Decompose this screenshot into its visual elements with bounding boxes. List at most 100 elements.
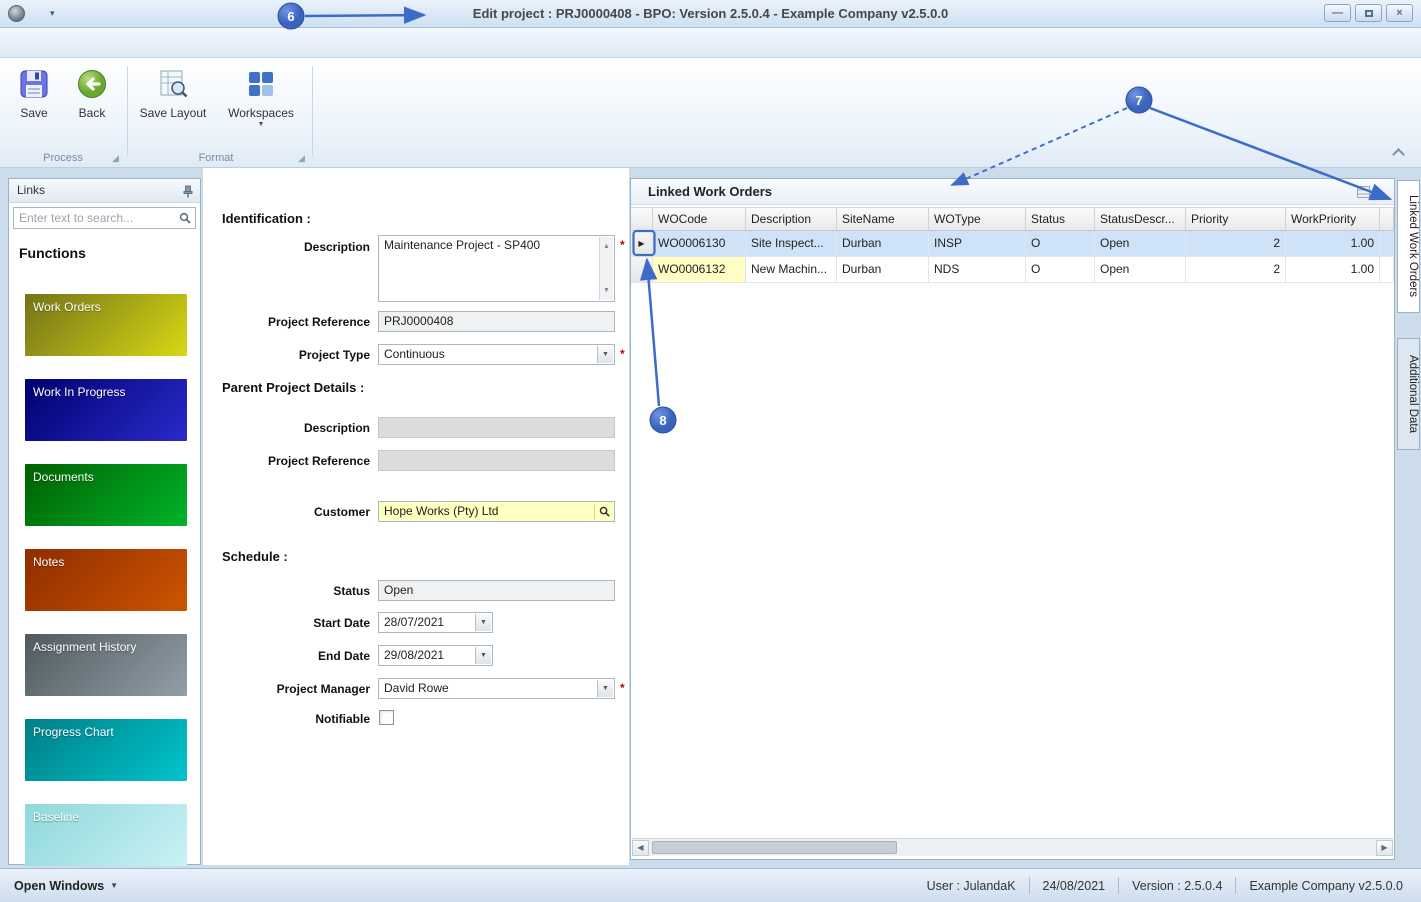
grid-horizontal-scrollbar[interactable]: ◀ ▶ xyxy=(632,838,1393,856)
grid-options-icon[interactable] xyxy=(1357,186,1370,198)
cell-status[interactable]: O xyxy=(1026,231,1095,257)
tile-baseline[interactable]: Baseline xyxy=(25,804,187,866)
cell-statusdescr[interactable]: Open xyxy=(1095,257,1186,283)
status-value: Open xyxy=(384,583,413,597)
project-manager-required-marker: * xyxy=(620,681,625,695)
customer-field[interactable]: Hope Works (Pty) Ltd xyxy=(378,501,615,522)
cell-workpriority[interactable]: 1.00 xyxy=(1286,231,1380,257)
description-field[interactable]: Maintenance Project - SP400 ▲ ▼ xyxy=(378,235,615,302)
cell-workpriority[interactable]: 1.00 xyxy=(1286,257,1380,283)
app-icon[interactable] xyxy=(8,5,25,22)
cell-status[interactable]: O xyxy=(1026,257,1095,283)
cell-description[interactable]: Site Inspect... xyxy=(746,231,837,257)
parent-reference-field xyxy=(378,450,615,471)
start-date-field[interactable]: 28/07/2021 ▼ xyxy=(378,612,493,633)
cell-priority[interactable]: 2 xyxy=(1186,257,1286,283)
project-manager-combo[interactable]: David Rowe ▼ xyxy=(378,678,615,699)
status-company: Example Company v2.5.0.0 xyxy=(1249,879,1403,893)
schedule-heading: Schedule : xyxy=(222,549,288,564)
row-indicator-cell[interactable] xyxy=(631,257,653,283)
description-label: Description xyxy=(203,240,370,254)
search-input[interactable] xyxy=(13,207,196,229)
header-wocode[interactable]: WOCode xyxy=(653,208,746,230)
window-title: Edit project : PRJ0000408 - BPO: Version… xyxy=(120,6,1301,21)
header-wotype[interactable]: WOType xyxy=(929,208,1026,230)
process-group-launcher-icon[interactable]: ◢ xyxy=(112,154,119,163)
tile-work-in-progress[interactable]: Work In Progress xyxy=(25,379,187,441)
cell-priority[interactable]: 2 xyxy=(1186,231,1286,257)
side-tab-linked-work-orders[interactable]: Linked Work Orders xyxy=(1397,180,1420,313)
cell-wocode[interactable]: WO0006132 xyxy=(653,257,746,283)
end-date-dropdown-button[interactable]: ▼ xyxy=(475,647,491,664)
notifiable-checkbox[interactable] xyxy=(379,710,394,725)
status-date: 24/08/2021 xyxy=(1043,879,1106,893)
description-value: Maintenance Project - SP400 xyxy=(384,238,540,252)
cell-sitename[interactable]: Durban xyxy=(837,231,929,257)
close-button[interactable]: × xyxy=(1386,4,1413,22)
side-tab-additional-data[interactable]: Additional Data xyxy=(1397,338,1420,450)
tile-assignment-history[interactable]: Assignment History xyxy=(25,634,187,696)
quick-access-caret-icon[interactable]: ▾ xyxy=(50,8,55,19)
start-date-dropdown-button[interactable]: ▼ xyxy=(475,614,491,631)
description-scrollbar[interactable]: ▲ ▼ xyxy=(599,237,613,300)
project-type-combo[interactable]: Continuous ▼ xyxy=(378,344,615,365)
open-windows-button[interactable]: Open Windows ▼ xyxy=(14,879,118,893)
save-layout-button[interactable]: Save Layout xyxy=(136,64,210,148)
tile-notes[interactable]: Notes xyxy=(25,549,187,611)
scrollbar-thumb[interactable] xyxy=(652,841,897,854)
group-process-label: Process xyxy=(8,152,118,166)
project-type-dropdown-button[interactable]: ▼ xyxy=(597,346,613,363)
end-date-field[interactable]: 29/08/2021 ▼ xyxy=(378,645,493,666)
tile-label: Notes xyxy=(33,555,64,569)
tile-progress-chart[interactable]: Progress Chart xyxy=(25,719,187,781)
header-sitename[interactable]: SiteName xyxy=(837,208,929,230)
ribbon-separator xyxy=(312,66,313,156)
cell-description[interactable]: New Machin... xyxy=(746,257,837,283)
search-icon[interactable] xyxy=(179,212,191,224)
workspaces-button[interactable]: Workspaces ▼ xyxy=(222,64,300,148)
cell-sitename[interactable]: Durban xyxy=(837,257,929,283)
table-row[interactable]: ▶ WO0006130 Site Inspect... Durban INSP … xyxy=(631,231,1394,257)
tile-label: Progress Chart xyxy=(33,725,114,739)
header-statusdescr[interactable]: StatusDescr... xyxy=(1095,208,1186,230)
format-group-launcher-icon[interactable]: ◢ xyxy=(298,154,305,163)
minimize-button[interactable]: — xyxy=(1324,4,1351,22)
save-layout-icon xyxy=(157,68,189,100)
scroll-left-button[interactable]: ◀ xyxy=(632,840,649,856)
links-panel-header: Links xyxy=(9,179,200,203)
tile-documents[interactable]: Documents xyxy=(25,464,187,526)
chevron-down-icon: ▼ xyxy=(602,347,609,362)
save-button[interactable]: Save xyxy=(8,64,60,148)
tile-work-orders[interactable]: Work Orders xyxy=(25,294,187,356)
pin-icon[interactable] xyxy=(182,185,194,198)
row-indicator-cell[interactable]: ▶ xyxy=(631,231,653,257)
cell-statusdescr[interactable]: Open xyxy=(1095,231,1186,257)
ribbon-band: Save Back Save Layout Workspaces ▼ xyxy=(0,58,1421,168)
header-workpriority[interactable]: WorkPriority xyxy=(1286,208,1380,230)
project-reference-label: Project Reference xyxy=(203,315,370,329)
ribbon-collapse-icon[interactable] xyxy=(1392,148,1405,161)
table-row[interactable]: WO0006132 New Machin... Durban NDS O Ope… xyxy=(631,257,1394,283)
back-icon xyxy=(76,68,108,100)
description-required-marker: * xyxy=(620,238,625,252)
search-icon xyxy=(599,506,610,517)
project-reference-field[interactable]: PRJ0000408 xyxy=(378,311,615,332)
close-icon: × xyxy=(1396,8,1402,19)
cell-wotype[interactable]: NDS xyxy=(929,257,1026,283)
header-status[interactable]: Status xyxy=(1026,208,1095,230)
cell-wocode[interactable]: WO0006130 xyxy=(653,231,746,257)
row-indicator-icon: ▶ xyxy=(638,239,644,248)
project-manager-dropdown-button[interactable]: ▼ xyxy=(597,680,613,697)
cell-wotype[interactable]: INSP xyxy=(929,231,1026,257)
maximize-button[interactable] xyxy=(1355,4,1382,22)
customer-label: Customer xyxy=(203,505,370,519)
scroll-right-button[interactable]: ▶ xyxy=(1376,840,1393,856)
project-manager-value: David Rowe xyxy=(384,681,449,695)
header-description[interactable]: Description xyxy=(746,208,837,230)
header-priority[interactable]: Priority xyxy=(1186,208,1286,230)
customer-lookup-button[interactable] xyxy=(594,503,613,520)
header-filler xyxy=(1380,208,1394,230)
back-button[interactable]: Back xyxy=(66,64,118,148)
scroll-up-icon[interactable]: ▲ xyxy=(603,239,610,254)
scroll-down-icon[interactable]: ▼ xyxy=(603,283,610,298)
